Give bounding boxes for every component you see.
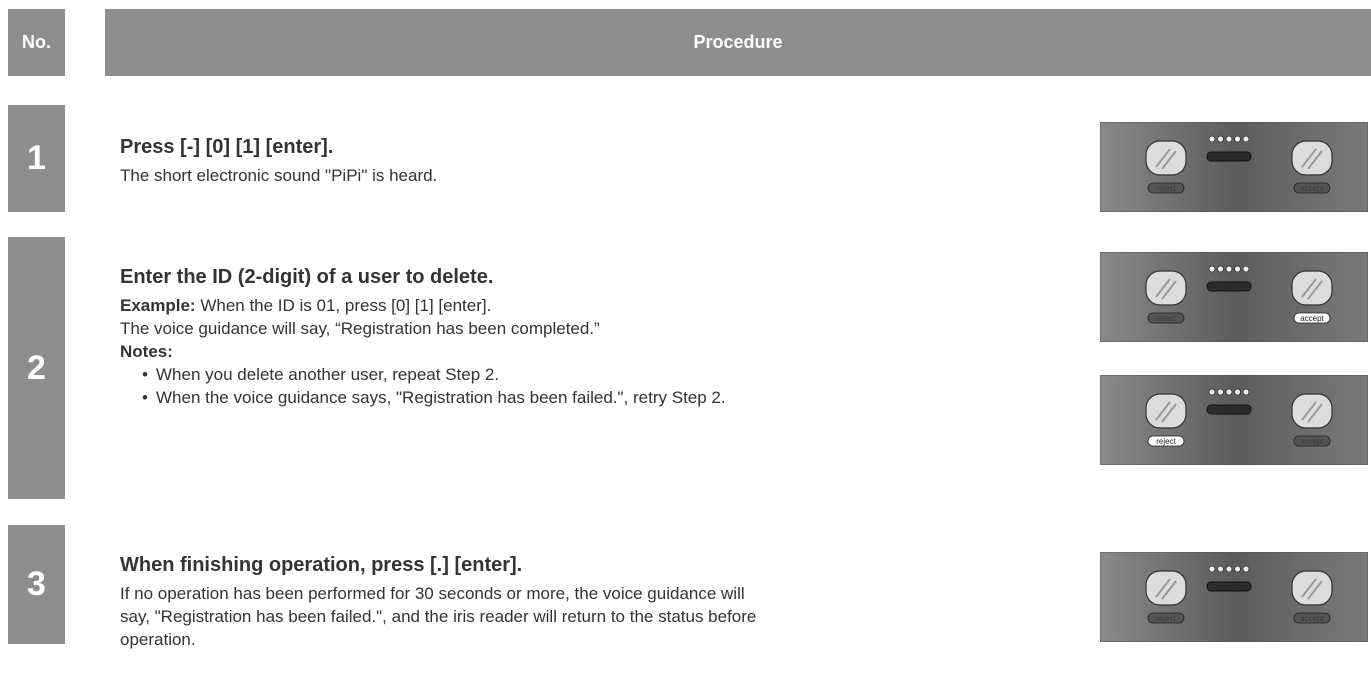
step-2-line: The voice guidance will say, “Registrati… xyxy=(120,319,600,338)
led-icon xyxy=(1242,265,1250,273)
reject-label: reject xyxy=(1156,614,1176,623)
led-icon xyxy=(1225,388,1233,396)
accept-pad-icon xyxy=(1291,570,1333,606)
reader-panel-svg: reject accept xyxy=(1100,252,1368,342)
led-icon xyxy=(1217,135,1224,143)
notes-label: Notes: xyxy=(120,342,173,361)
example-label: Example: xyxy=(120,296,196,315)
step-1-title: Press [-] [0] [1] [enter]. xyxy=(120,136,334,158)
reader-panel-svg: reject accept xyxy=(1100,552,1368,642)
accept-pad-icon xyxy=(1291,140,1333,176)
led-icon xyxy=(1242,388,1250,396)
led-icon xyxy=(1208,135,1216,143)
reject-label: reject xyxy=(1156,184,1176,193)
step-1-line: The short electronic sound "PiPi" is hea… xyxy=(120,166,438,185)
step-3-content: When finishing operation, press [.] [ent… xyxy=(120,552,970,651)
led-icon xyxy=(1234,388,1241,396)
header-no: No. xyxy=(8,9,65,76)
accept-pad-icon xyxy=(1291,270,1333,306)
note-item: When the voice guidance says, "Registrat… xyxy=(142,386,970,409)
step-number-3: 3 xyxy=(8,525,65,644)
header-procedure: Procedure xyxy=(105,9,1371,76)
note-item: When you delete another user, repeat Ste… xyxy=(142,363,970,386)
led-icon xyxy=(1225,565,1233,573)
reject-pad-icon xyxy=(1145,570,1187,606)
led-icon xyxy=(1208,565,1216,573)
step-2-content: Enter the ID (2-digit) of a user to dele… xyxy=(120,264,970,409)
accept-pad-icon xyxy=(1291,393,1333,429)
example-text: When the ID is 01, press [0] [1] [enter]… xyxy=(195,296,492,315)
step-1-content: Press [-] [0] [1] [enter]. The short ele… xyxy=(120,134,970,187)
slot-icon xyxy=(1206,281,1252,292)
notes-list: When you delete another user, repeat Ste… xyxy=(120,363,970,409)
led-icon xyxy=(1234,135,1241,143)
reader-panel-image: reject accept xyxy=(1100,552,1368,642)
led-icon xyxy=(1242,135,1250,143)
led-icon xyxy=(1217,388,1224,396)
reader-panel-svg: reject accept xyxy=(1100,122,1368,212)
reject-pad-icon xyxy=(1145,393,1187,429)
reject-label: reject xyxy=(1156,437,1176,446)
accept-label: accept xyxy=(1300,314,1324,323)
led-icon xyxy=(1234,265,1241,273)
reject-pad-icon xyxy=(1145,140,1187,176)
accept-label: accept xyxy=(1300,437,1324,446)
slot-icon xyxy=(1206,581,1252,592)
led-icon xyxy=(1225,135,1233,143)
step-2-example: Example: When the ID is 01, press [0] [1… xyxy=(120,294,970,317)
step-number-1: 1 xyxy=(8,105,65,212)
step-3-title: When finishing operation, press [.] [ent… xyxy=(120,554,523,576)
slot-icon xyxy=(1206,404,1252,415)
reader-panel-image: reject accept xyxy=(1100,122,1368,212)
step-2-title: Enter the ID (2-digit) of a user to dele… xyxy=(120,266,494,288)
reject-pad-icon xyxy=(1145,270,1187,306)
step-3-line: say, "Registration has been failed.", an… xyxy=(120,607,757,626)
led-icon xyxy=(1242,565,1250,573)
step-3-line: If no operation has been performed for 3… xyxy=(120,584,745,603)
led-icon xyxy=(1234,565,1241,573)
accept-label: accept xyxy=(1300,614,1324,623)
reader-panel-image: reject accept xyxy=(1100,375,1368,465)
step-3-line: operation. xyxy=(120,630,196,649)
reject-label: reject xyxy=(1156,314,1176,323)
reader-panel-image: reject accept xyxy=(1100,252,1368,342)
slot-icon xyxy=(1206,151,1252,162)
led-icon xyxy=(1208,388,1216,396)
step-number-2: 2 xyxy=(8,237,65,499)
led-icon xyxy=(1217,565,1224,573)
led-icon xyxy=(1217,265,1224,273)
reader-panel-svg: reject accept xyxy=(1100,375,1368,465)
accept-label: accept xyxy=(1300,184,1324,193)
led-icon xyxy=(1225,265,1233,273)
led-icon xyxy=(1208,265,1216,273)
